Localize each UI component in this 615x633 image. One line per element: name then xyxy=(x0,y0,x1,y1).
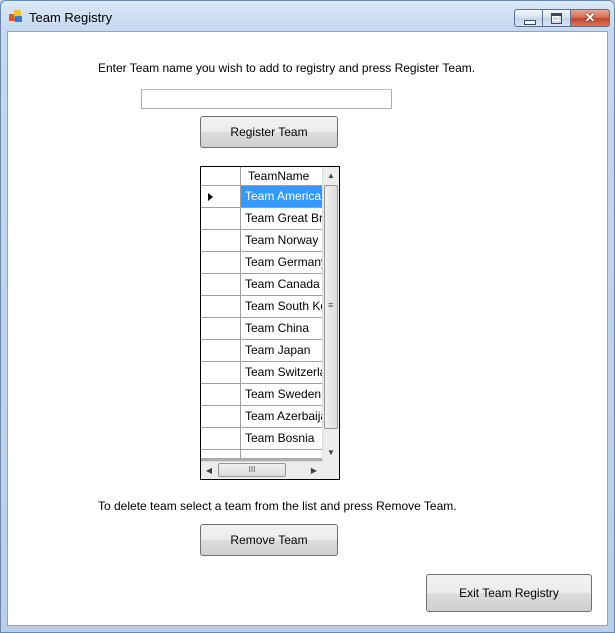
row-header[interactable] xyxy=(201,384,241,406)
row-header[interactable] xyxy=(201,318,241,340)
table-row[interactable]: Team Azerbaijan xyxy=(201,406,322,428)
row-header[interactable] xyxy=(201,252,241,274)
main-window: Team Registry ✕ Enter Team name you wish… xyxy=(0,0,615,633)
horizontal-scroll-thumb[interactable]: III xyxy=(218,463,286,477)
minimize-button[interactable] xyxy=(514,9,543,27)
scroll-up-icon[interactable]: ▲ xyxy=(323,167,339,184)
grid-cell[interactable]: Team Sweden xyxy=(241,384,322,406)
row-header[interactable] xyxy=(201,230,241,252)
scroll-down-icon[interactable]: ▼ xyxy=(323,444,339,461)
row-header[interactable] xyxy=(201,406,241,428)
vertical-scrollbar[interactable]: ▲ ≡ ▼ xyxy=(322,167,339,461)
row-header[interactable] xyxy=(201,208,241,230)
form-client-area: Enter Team name you wish to add to regis… xyxy=(7,31,608,626)
grid-rows: Team America Team Great Britain Team Nor… xyxy=(201,186,322,458)
delete-instruction-label: To delete team select a team from the li… xyxy=(98,499,457,513)
table-row[interactable]: Team Bosnia xyxy=(201,428,322,450)
scrollbar-corner xyxy=(322,461,339,479)
table-row[interactable]: Team Sweden xyxy=(201,384,322,406)
table-row[interactable]: Team Japan xyxy=(201,340,322,362)
row-header[interactable] xyxy=(201,450,241,458)
close-icon: ✕ xyxy=(584,10,596,25)
table-row[interactable]: Team Norway xyxy=(201,230,322,252)
table-row[interactable]: Team South Korea xyxy=(201,296,322,318)
grid-cell[interactable]: Team America xyxy=(241,186,322,208)
grid-cell[interactable]: Team Great Britain xyxy=(241,208,322,230)
vertical-scroll-thumb[interactable]: ≡ xyxy=(324,185,338,429)
add-instruction-label: Enter Team name you wish to add to regis… xyxy=(98,61,476,75)
table-row[interactable]: Team America xyxy=(201,186,322,208)
grid-cell[interactable] xyxy=(241,450,322,458)
title-bar[interactable]: Team Registry ✕ xyxy=(1,1,614,31)
table-row[interactable] xyxy=(201,450,322,458)
scroll-right-icon[interactable]: ▶ xyxy=(306,462,322,479)
grid-cell[interactable]: Team Norway xyxy=(241,230,322,252)
horizontal-scrollbar[interactable]: ◀ III ▶ xyxy=(201,461,322,479)
register-team-button[interactable]: Register Team xyxy=(200,116,338,148)
row-header[interactable] xyxy=(201,340,241,362)
exit-team-registry-button[interactable]: Exit Team Registry xyxy=(426,574,592,612)
app-icon xyxy=(9,10,22,22)
grid-cell[interactable]: Team Azerbaijan xyxy=(241,406,322,428)
grid-cell[interactable]: Team Bosnia xyxy=(241,428,322,450)
row-header[interactable] xyxy=(201,296,241,318)
grid-cell[interactable]: Team South Korea xyxy=(241,296,322,318)
grid-cell[interactable]: Team Japan xyxy=(241,340,322,362)
grid-cell[interactable]: Team Germany xyxy=(241,252,322,274)
table-row[interactable]: Team China xyxy=(201,318,322,340)
window-title: Team Registry xyxy=(29,10,113,25)
row-header[interactable] xyxy=(201,362,241,384)
table-row[interactable]: Team Switzerland xyxy=(201,362,322,384)
scroll-left-icon[interactable]: ◀ xyxy=(201,462,217,479)
grid-corner-header[interactable] xyxy=(201,167,241,186)
minimize-icon xyxy=(524,20,536,25)
maximize-icon xyxy=(551,13,562,24)
scroll-grip-icon: ≡ xyxy=(328,300,334,310)
team-name-input[interactable] xyxy=(141,89,392,109)
table-row[interactable]: Team Canada xyxy=(201,274,322,296)
close-button[interactable]: ✕ xyxy=(571,9,610,27)
row-header[interactable] xyxy=(201,274,241,296)
grid-cell[interactable]: Team China xyxy=(241,318,322,340)
current-row-icon xyxy=(208,193,213,201)
teams-data-grid[interactable]: TeamName Team America Team Great Britain… xyxy=(200,166,340,480)
column-header-teamname[interactable]: TeamName xyxy=(241,167,322,186)
row-header[interactable] xyxy=(201,186,241,208)
maximize-button[interactable] xyxy=(543,9,571,27)
grid-cell[interactable]: Team Canada xyxy=(241,274,322,296)
remove-team-button[interactable]: Remove Team xyxy=(200,524,338,556)
grid-cell[interactable]: Team Switzerland xyxy=(241,362,322,384)
table-row[interactable]: Team Germany xyxy=(201,252,322,274)
row-header[interactable] xyxy=(201,428,241,450)
table-row[interactable]: Team Great Britain xyxy=(201,208,322,230)
